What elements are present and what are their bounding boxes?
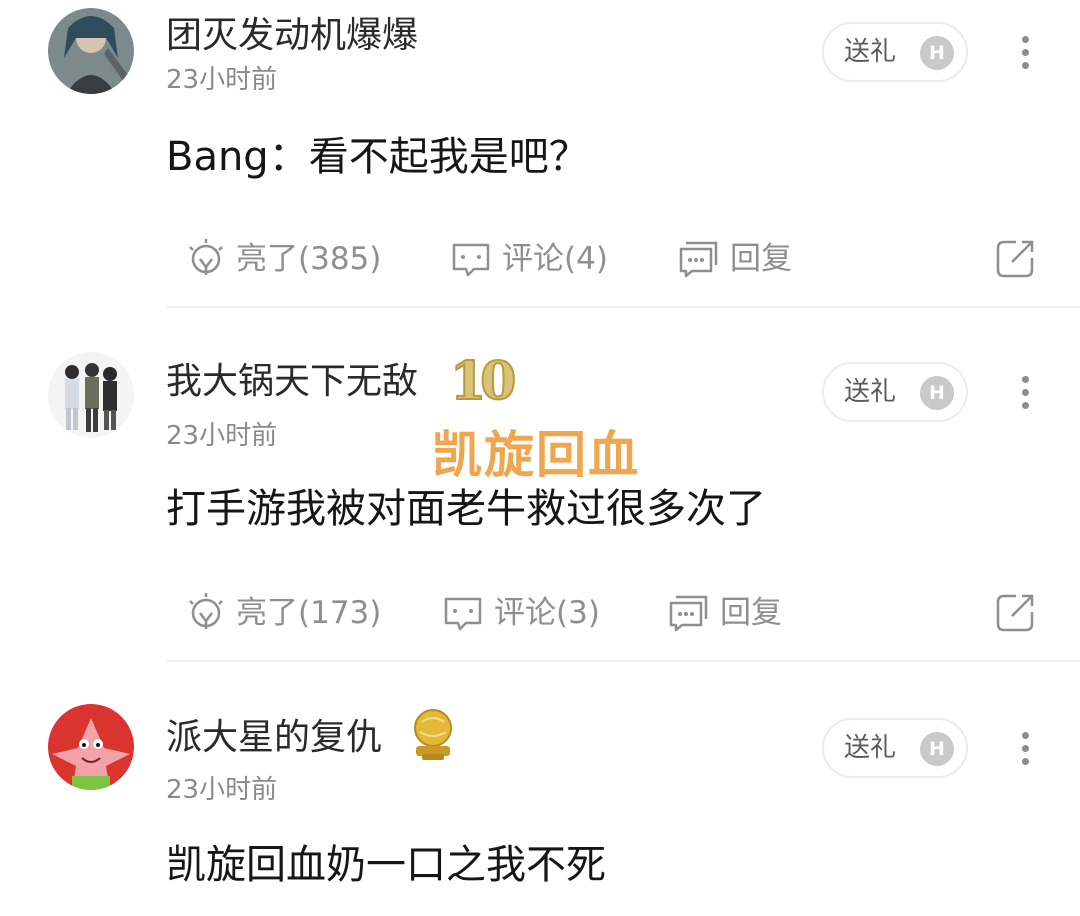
gift-label: 送礼 <box>844 733 897 763</box>
gift-button[interactable]: 送礼 H <box>822 718 968 778</box>
comment-item: 派大星的复仇 23小时前 送礼 H 凯旋回血奶一口之我不死 <box>0 0 1080 916</box>
coin-icon: H <box>920 732 954 766</box>
username[interactable]: 派大星的复仇 <box>166 716 382 760</box>
golden-ball-medal-icon <box>410 706 456 766</box>
more-options-icon[interactable] <box>1018 732 1032 772</box>
avatar[interactable] <box>48 704 134 790</box>
patrick-star-avatar-icon <box>48 704 134 790</box>
timestamp: 23小时前 <box>166 775 278 805</box>
comment-text: 凯旋回血奶一口之我不死 <box>166 842 606 888</box>
